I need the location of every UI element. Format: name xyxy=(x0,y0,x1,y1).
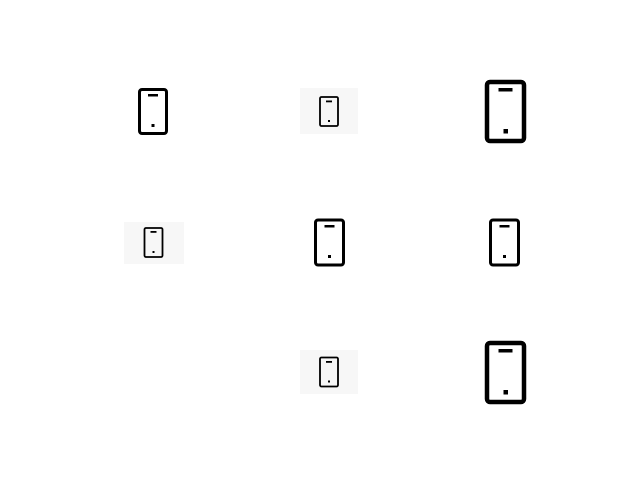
smartphone-icon xyxy=(300,88,358,134)
smartphone-icon xyxy=(300,350,358,394)
smartphone-icon xyxy=(482,339,530,406)
smartphone-icon xyxy=(312,217,348,268)
smartphone-icon xyxy=(124,222,184,264)
smartphone-icon xyxy=(136,87,172,137)
smartphone-icon xyxy=(482,78,530,145)
smartphone-icon xyxy=(487,217,523,268)
